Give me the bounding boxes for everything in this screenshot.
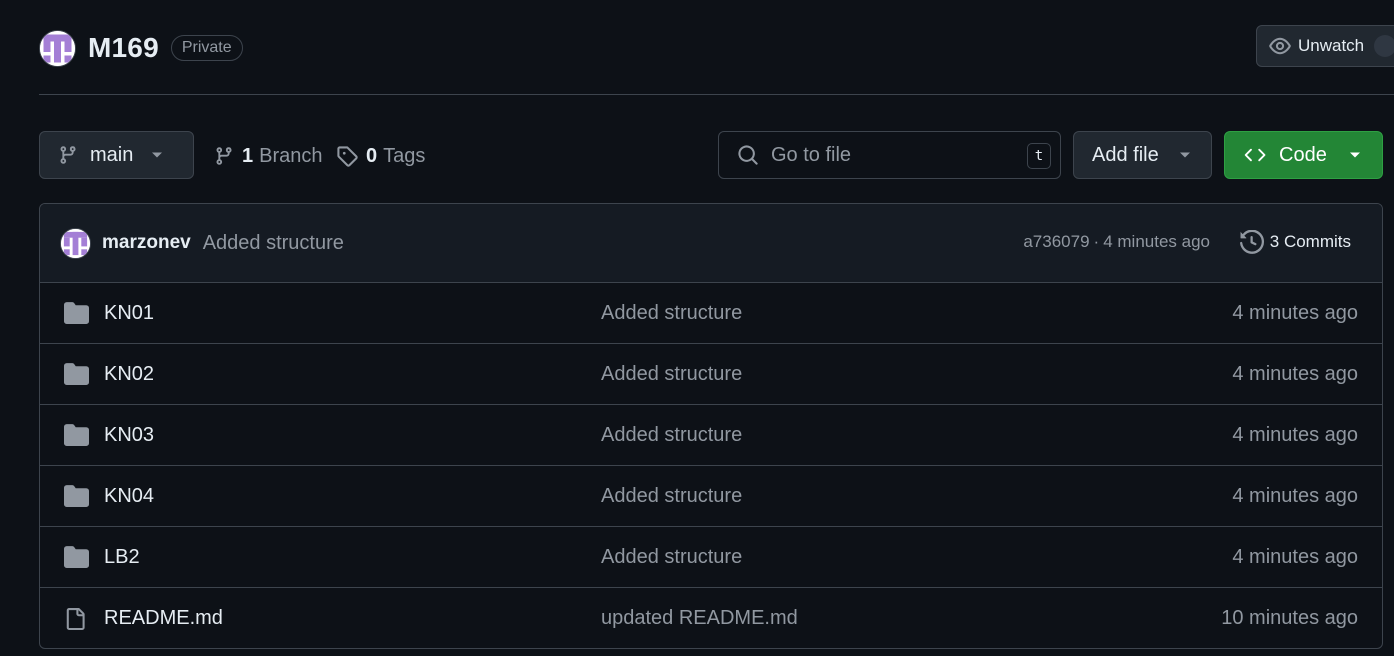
branch-count-number: 1 [242, 144, 254, 167]
owner-avatar[interactable] [39, 29, 76, 67]
latest-commit-bar: marzonev Added structure a736079 · 4 minut… [40, 204, 1382, 283]
commits-count-label: 3 Commits [1269, 232, 1351, 251]
add-file-button[interactable]: Add file [1073, 131, 1212, 179]
commit-author[interactable]: marzonev [102, 232, 191, 254]
branch-selector-button[interactable]: main [39, 131, 194, 179]
code-label: Code [1279, 143, 1327, 166]
branches-link[interactable]: 1 Branch [214, 140, 323, 172]
file-commit-age: 4 minutes ago [1232, 423, 1358, 446]
file-icon [64, 607, 86, 631]
unwatch-label: Unwatch [1298, 36, 1365, 55]
header-divider [39, 94, 1394, 95]
file-name-link[interactable]: KN01 [104, 302, 154, 325]
tag-icon [336, 145, 358, 167]
file-row[interactable]: LB2 Added structure 4 minutes ago [40, 527, 1382, 588]
folder-icon [64, 302, 89, 324]
folder-icon [64, 546, 89, 568]
search-icon [737, 144, 759, 166]
commit-meta: a736079 · 4 minutes ago [1023, 232, 1210, 252]
add-file-label: Add file [1092, 143, 1159, 166]
watchers-count-badge [1374, 35, 1394, 57]
git-branch-icon [58, 144, 78, 166]
history-icon [1239, 230, 1264, 254]
folder-icon [64, 485, 89, 507]
file-commit-age: 10 minutes ago [1221, 607, 1358, 629]
file-commit-message[interactable]: Added structure [601, 363, 742, 386]
repo-header: M169 Private [39, 28, 243, 68]
file-table: marzonev Added structure a736079 · 4 minut… [39, 203, 1383, 649]
visibility-badge: Private [170, 35, 243, 61]
file-name-link[interactable]: LB2 [104, 546, 140, 569]
chevron-down-icon [151, 151, 163, 159]
file-commit-message[interactable]: Added structure [601, 302, 742, 325]
file-name-link[interactable]: KN02 [104, 363, 154, 386]
file-list: KN01 Added structure 4 minutes ago KN02 Adde… [40, 283, 1382, 648]
chevron-down-icon [1349, 151, 1361, 159]
git-branch-icon [214, 145, 234, 167]
code-button[interactable]: Code [1224, 131, 1383, 179]
branch-count-label: Branch [259, 144, 323, 167]
file-commit-message[interactable]: Added structure [601, 424, 742, 447]
file-name-link[interactable]: README.md [104, 607, 223, 630]
file-row[interactable]: KN04 Added structure 4 minutes ago [40, 466, 1382, 527]
file-row[interactable]: KN02 Added structure 4 minutes ago [40, 344, 1382, 405]
chevron-down-icon [1179, 151, 1191, 159]
branch-name: main [90, 143, 134, 166]
file-commit-age: 4 minutes ago [1232, 301, 1358, 324]
unwatch-button[interactable]: Unwatch [1256, 25, 1394, 67]
go-to-file-input[interactable]: Go to file t [718, 131, 1061, 179]
file-row[interactable]: KN03 Added structure 4 minutes ago [40, 405, 1382, 466]
keyboard-shortcut-hint: t [1027, 143, 1051, 169]
commit-hash[interactable]: a736079 [1023, 232, 1089, 251]
file-commit-age: 4 minutes ago [1232, 545, 1358, 568]
folder-icon [64, 424, 89, 446]
tag-count-number: 0 [366, 144, 378, 167]
file-commit-age: 4 minutes ago [1232, 362, 1358, 385]
author-avatar[interactable] [60, 227, 91, 259]
file-row[interactable]: README.md updated README.md 10 minutes ago [40, 588, 1382, 648]
repo-name[interactable]: M169 [88, 32, 159, 64]
file-commit-age: 4 minutes ago [1232, 484, 1358, 507]
code-icon [1243, 145, 1267, 165]
file-row[interactable]: KN01 Added structure 4 minutes ago [40, 283, 1382, 344]
file-name-link[interactable]: KN04 [104, 485, 154, 508]
go-to-file-placeholder: Go to file [771, 143, 852, 166]
file-commit-message[interactable]: Added structure [601, 546, 742, 569]
file-commit-message[interactable]: Added structure [601, 485, 742, 508]
commit-time: 4 minutes ago [1103, 232, 1210, 251]
eye-icon [1269, 35, 1291, 57]
file-commit-message[interactable]: updated README.md [601, 607, 798, 630]
tag-count-label: Tags [383, 144, 426, 167]
file-name-link[interactable]: KN03 [104, 424, 154, 447]
commit-message[interactable]: Added structure [203, 232, 344, 255]
commit-meta-separator: · [1093, 232, 1100, 251]
repository-page: M169 Private Unwatch main 1 Branch 0 Tag… [0, 0, 1394, 656]
folder-icon [64, 363, 89, 385]
tags-link[interactable]: 0 Tags [336, 140, 425, 172]
commit-history-link[interactable]: 3 Commits [1239, 230, 1351, 254]
